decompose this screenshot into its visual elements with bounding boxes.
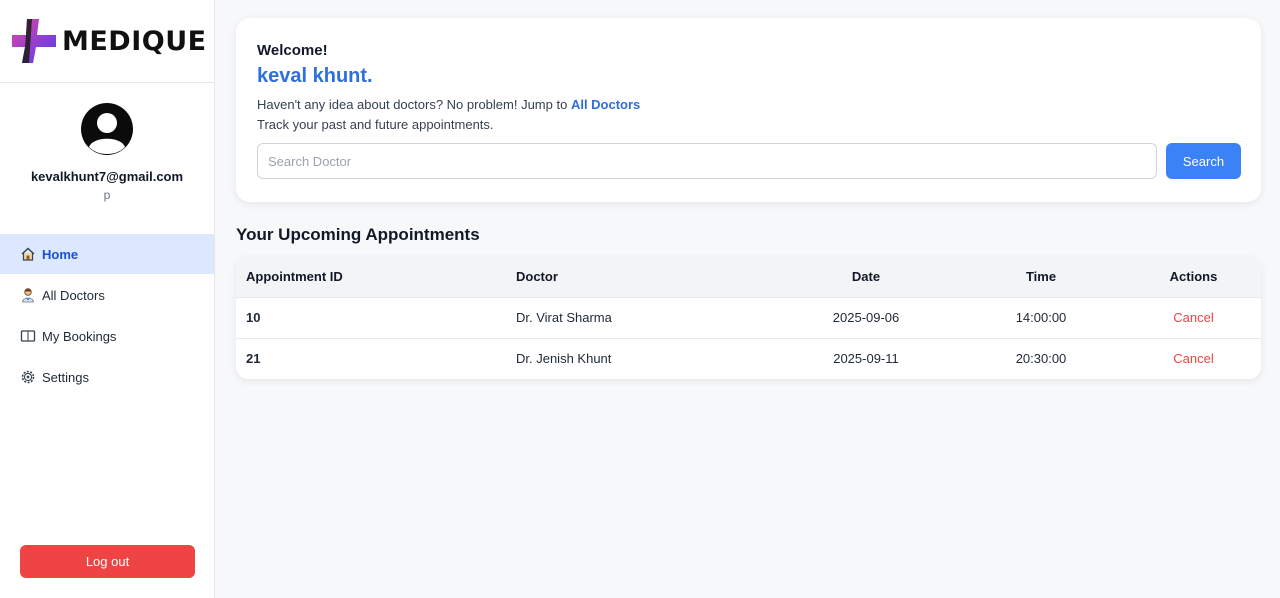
sidebar-item-home[interactable]: Home xyxy=(0,234,214,274)
welcome-card: Welcome! keval khunt. Haven't any idea a… xyxy=(236,18,1261,202)
sidebar-item-label: Settings xyxy=(42,369,89,385)
actions-cell: Cancel xyxy=(1126,338,1261,379)
actions-cell: Cancel xyxy=(1126,297,1261,338)
cancel-button[interactable]: Cancel xyxy=(1173,310,1213,325)
sidebar-item-all-doctors[interactable]: All Doctors xyxy=(0,275,214,315)
doctor-cell: Dr. Virat Sharma xyxy=(516,310,612,325)
doctor-cell: Dr. Jenish Khunt xyxy=(516,351,612,367)
welcome-label: Welcome! xyxy=(257,42,328,59)
sidebar: MEDIQUE kevalkhunt7@gmail.com p Home All… xyxy=(0,0,215,598)
welcome-track-text: Track your past and future appointments. xyxy=(257,117,494,132)
doctor-icon xyxy=(22,288,34,303)
table-row: 10 Dr. Virat Sharma 2025-09-06 14:00:00 … xyxy=(236,297,1261,338)
user-avatar-icon xyxy=(81,103,133,155)
app-root: MEDIQUE kevalkhunt7@gmail.com p Home All… xyxy=(0,0,1280,598)
cross-logo-icon xyxy=(12,19,56,63)
column-header-appointment-id: Appointment ID xyxy=(246,269,343,285)
brand-name: MEDIQUE xyxy=(62,25,207,57)
column-header-time: Time xyxy=(1025,269,1057,285)
time-cell: 20:30:00 xyxy=(1015,351,1067,367)
cancel-button[interactable]: Cancel xyxy=(1173,351,1213,366)
welcome-hint: Haven't any idea about doctors? No probl… xyxy=(257,97,1241,112)
appointment-id-cell: 10 xyxy=(246,310,261,325)
brand-logo[interactable]: MEDIQUE xyxy=(0,0,214,83)
date-cell: 2025-09-06 xyxy=(832,310,900,325)
appointments-table: Appointment ID Doctor Date Time Actions … xyxy=(236,257,1261,379)
gear-icon xyxy=(21,370,35,384)
sidebar-nav: Home All Doctors My Bookings Settings xyxy=(0,234,214,397)
column-header-doctor: Doctor xyxy=(516,269,558,285)
search-button[interactable]: Search xyxy=(1166,143,1241,179)
welcome-hint-text: Haven't any idea about doctors? No probl… xyxy=(257,97,571,112)
appointment-id-cell: 21 xyxy=(246,351,261,367)
profile-section: kevalkhunt7@gmail.com p xyxy=(0,83,214,202)
appointments-table-card: Appointment ID Doctor Date Time Actions … xyxy=(236,257,1261,379)
search-row: Search xyxy=(257,143,1241,179)
column-header-actions: Actions xyxy=(1169,269,1218,285)
profile-email: kevalkhunt7@gmail.com xyxy=(30,169,184,184)
user-name: keval khunt. xyxy=(257,65,373,87)
logout-button[interactable]: Log out xyxy=(20,545,195,578)
appointments-title: Your Upcoming Appointments xyxy=(236,225,480,244)
book-icon xyxy=(20,330,36,342)
sidebar-item-label: All Doctors xyxy=(42,287,105,303)
sidebar-item-label: My Bookings xyxy=(42,328,117,344)
sidebar-item-label: Home xyxy=(42,246,79,262)
main-content: Welcome! keval khunt. Haven't any idea a… xyxy=(215,0,1280,598)
table-header-row: Appointment ID Doctor Date Time Actions xyxy=(236,257,1261,297)
all-doctors-link[interactable]: All Doctors xyxy=(571,97,640,112)
home-icon xyxy=(21,247,35,261)
sidebar-item-settings[interactable]: Settings xyxy=(0,357,214,397)
table-row: 21 Dr. Jenish Khunt 2025-09-11 20:30:00 … xyxy=(236,338,1261,379)
date-cell: 2025-09-11 xyxy=(833,351,899,367)
time-cell: 14:00:00 xyxy=(1015,310,1067,325)
profile-subtitle: p xyxy=(103,188,111,202)
sidebar-item-my-bookings[interactable]: My Bookings xyxy=(0,316,214,356)
search-doctor-input[interactable] xyxy=(257,143,1157,179)
column-header-date: Date xyxy=(851,269,881,285)
